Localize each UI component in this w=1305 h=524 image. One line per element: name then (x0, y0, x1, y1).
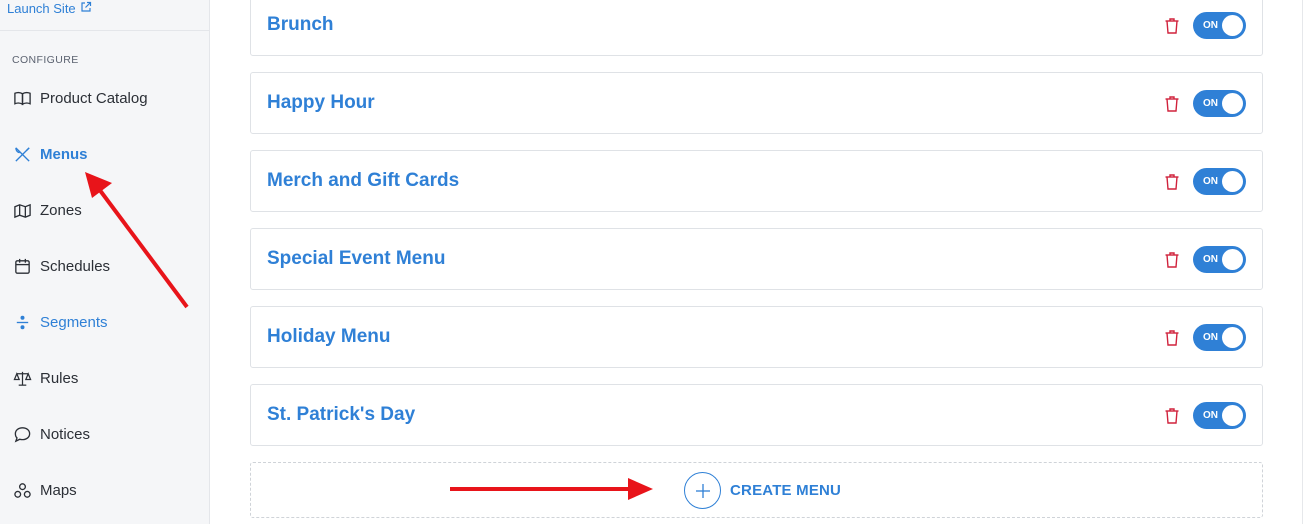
trash-icon[interactable] (1164, 407, 1180, 425)
toggle-label: ON (1203, 176, 1218, 187)
menu-card-happy-hour: Happy Hour ON (250, 72, 1263, 134)
toggle-knob (1222, 15, 1243, 36)
calendar-icon (12, 256, 32, 276)
toggle-label: ON (1203, 332, 1218, 343)
pins-icon (12, 480, 32, 500)
section-label-configure: CONFIGURE (12, 54, 79, 66)
toggle-knob (1222, 93, 1243, 114)
enable-toggle[interactable]: ON (1193, 12, 1246, 39)
sidebar-item-product-catalog[interactable]: Product Catalog (12, 86, 148, 110)
trash-icon[interactable] (1164, 329, 1180, 347)
enable-toggle[interactable]: ON (1193, 324, 1246, 351)
menu-title[interactable]: Merch and Gift Cards (267, 151, 459, 211)
scales-icon (12, 368, 32, 388)
toggle-label: ON (1203, 98, 1218, 109)
sidebar-item-label: Schedules (40, 257, 111, 275)
scrollbar-track (1302, 0, 1303, 524)
external-link-icon (80, 1, 92, 16)
toggle-knob (1222, 405, 1243, 426)
sidebar-item-label: Notices (40, 425, 91, 443)
trash-icon[interactable] (1164, 17, 1180, 35)
enable-toggle[interactable]: ON (1193, 402, 1246, 429)
sidebar-item-label: Maps (40, 481, 77, 499)
sidebar-item-rules[interactable]: Rules (12, 366, 78, 390)
map-icon (12, 200, 32, 220)
sidebar-item-label: Menus (40, 145, 88, 163)
sidebar-item-notices[interactable]: Notices (12, 422, 90, 446)
sidebar-item-label: Segments (40, 313, 108, 331)
create-menu-label: CREATE MENU (730, 482, 842, 499)
sidebar-item-label: Rules (40, 369, 79, 387)
toggle-knob (1222, 327, 1243, 348)
sidebar-divider (0, 30, 210, 31)
toggle-label: ON (1203, 20, 1218, 31)
speech-bubble-icon (12, 424, 32, 444)
toggle-label: ON (1203, 254, 1218, 265)
launch-site-link[interactable]: Launch Site (7, 1, 92, 16)
menu-title[interactable]: Special Event Menu (267, 229, 445, 289)
create-menu-area: CREATE MENU (250, 462, 1263, 518)
sidebar-item-menus[interactable]: Menus (12, 142, 88, 166)
menu-card-brunch: Brunch ON (250, 0, 1263, 56)
sidebar-item-label: Product Catalog (40, 89, 148, 107)
menu-title[interactable]: Holiday Menu (267, 307, 391, 367)
create-menu-button[interactable]: CREATE MENU (684, 472, 841, 509)
sidebar-item-segments[interactable]: Segments (12, 310, 108, 334)
sidebar-item-zones[interactable]: Zones (12, 198, 82, 222)
plus-icon (684, 472, 721, 509)
trash-icon[interactable] (1164, 251, 1180, 269)
sidebar-item-label: Zones (40, 201, 82, 219)
toggle-knob (1222, 249, 1243, 270)
utensils-icon (12, 144, 32, 164)
enable-toggle[interactable]: ON (1193, 90, 1246, 117)
sidebar: Launch Site CONFIGURE Product Catalog Me… (0, 0, 210, 524)
menu-card-holiday-menu: Holiday Menu ON (250, 306, 1263, 368)
menu-card-special-event-menu: Special Event Menu ON (250, 228, 1263, 290)
enable-toggle[interactable]: ON (1193, 246, 1246, 273)
launch-site-label: Launch Site (7, 1, 76, 16)
menu-title[interactable]: Happy Hour (267, 73, 375, 133)
divide-icon (12, 312, 32, 332)
toggle-knob (1222, 171, 1243, 192)
book-icon (12, 88, 32, 108)
enable-toggle[interactable]: ON (1193, 168, 1246, 195)
trash-icon[interactable] (1164, 173, 1180, 191)
toggle-label: ON (1203, 410, 1218, 421)
trash-icon[interactable] (1164, 95, 1180, 113)
menu-title[interactable]: St. Patrick's Day (267, 385, 415, 445)
menu-card-st-patricks-day: St. Patrick's Day ON (250, 384, 1263, 446)
menu-title[interactable]: Brunch (267, 0, 334, 55)
sidebar-item-maps[interactable]: Maps (12, 478, 77, 502)
menu-card-merch-and-gift-cards: Merch and Gift Cards ON (250, 150, 1263, 212)
sidebar-item-schedules[interactable]: Schedules (12, 254, 110, 278)
